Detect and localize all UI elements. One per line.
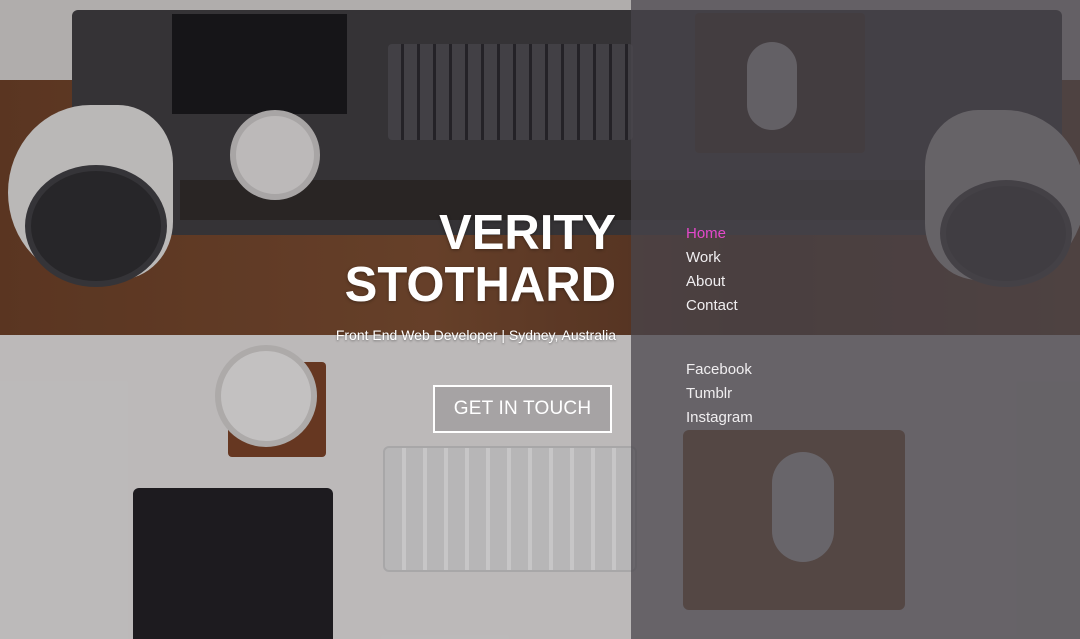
social-links: Facebook Tumblr Instagram: [686, 358, 753, 430]
social-link-facebook[interactable]: Facebook: [686, 358, 753, 382]
get-in-touch-button[interactable]: GET IN TOUCH: [433, 385, 612, 433]
nav-item-about[interactable]: About: [686, 270, 738, 294]
nav-panel: [631, 0, 1080, 639]
title-line-last: STOTHARD: [344, 258, 616, 312]
title-line-first: VERITY: [439, 206, 616, 260]
nav-item-work[interactable]: Work: [686, 246, 738, 270]
tagline: Front End Web Developer | Sydney, Austra…: [335, 327, 616, 343]
main-nav: Home Work About Contact: [686, 222, 738, 318]
hero-overlay: [0, 0, 631, 639]
social-link-tumblr[interactable]: Tumblr: [686, 382, 753, 406]
social-link-instagram[interactable]: Instagram: [686, 406, 753, 430]
site-title: VERITY STOTHARD: [345, 207, 616, 311]
nav-item-home[interactable]: Home: [686, 222, 738, 246]
nav-item-contact[interactable]: Contact: [686, 294, 738, 318]
